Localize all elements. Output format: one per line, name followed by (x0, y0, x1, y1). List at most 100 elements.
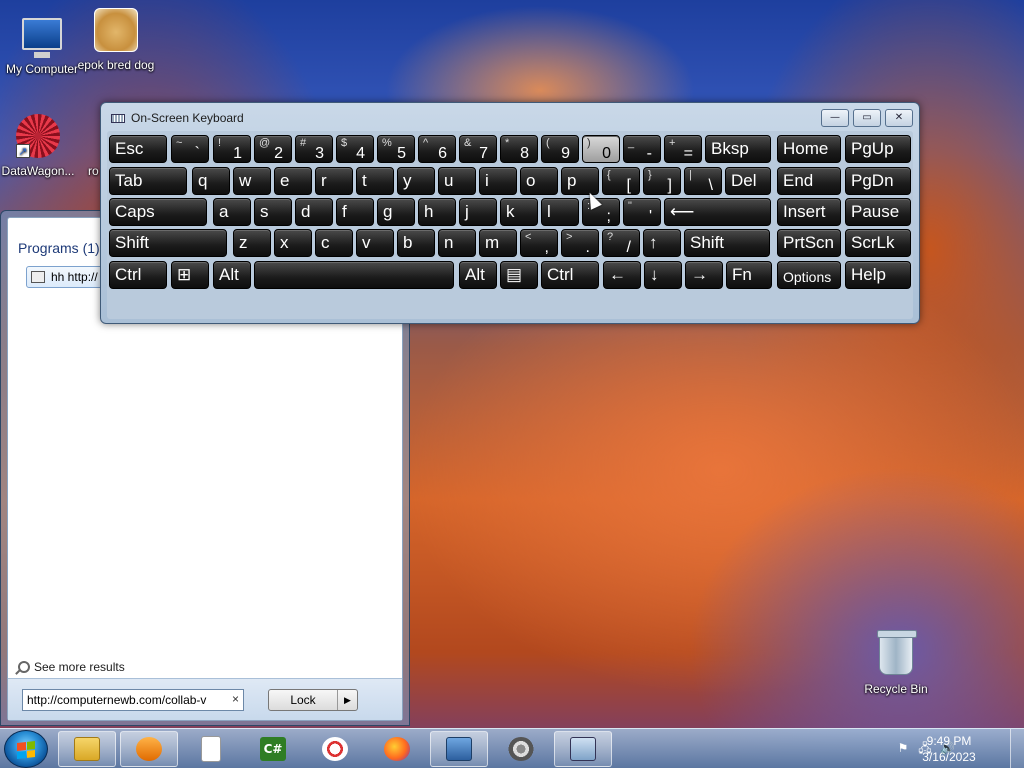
key-a[interactable]: a (213, 198, 251, 226)
key-ctrl[interactable]: Ctrl (109, 261, 167, 289)
key-sym-73[interactable]: → (685, 261, 723, 289)
key-alt[interactable]: Alt (459, 261, 497, 289)
lock-button[interactable]: Lock ▶ (268, 689, 358, 711)
desktop-icon-recycle-bin[interactable]: Recycle Bin (854, 630, 938, 696)
desktop-icon-my-computer[interactable]: My Computer (0, 10, 84, 76)
key-ctrl[interactable]: Ctrl (541, 261, 599, 289)
key-sym-65[interactable]: ⊞ (171, 261, 209, 289)
key-u[interactable]: u (438, 167, 476, 195)
key-v[interactable]: v (356, 229, 394, 257)
key-y[interactable]: y (397, 167, 435, 195)
clear-search-icon[interactable]: × (232, 692, 239, 706)
key-sym-13[interactable]: + = (664, 135, 702, 163)
key-space[interactable] (254, 261, 454, 289)
taskbar-paint-button[interactable] (306, 731, 364, 767)
minimize-button[interactable]: — (821, 109, 849, 127)
key-pgup[interactable]: PgUp (845, 135, 911, 163)
key-del[interactable]: Del (725, 167, 771, 195)
key-z[interactable]: z (233, 229, 271, 257)
key-d[interactable]: d (295, 198, 333, 226)
key-t[interactable]: t (356, 167, 394, 195)
key-sym-45[interactable]: " ' (623, 198, 661, 226)
key-sym-12[interactable]: _ - (623, 135, 661, 163)
key-prtscn[interactable]: PrtScn (777, 229, 841, 257)
key-q[interactable]: q (192, 167, 230, 195)
key-4[interactable]: $4 (336, 135, 374, 163)
key-shift[interactable]: Shift (109, 229, 227, 257)
key-end[interactable]: End (777, 167, 841, 195)
key-b[interactable]: b (397, 229, 435, 257)
show-desktop-button[interactable] (1010, 729, 1024, 768)
desktop-icon-partial[interactable]: ro (58, 164, 99, 178)
taskbar-csharp-button[interactable]: C# (244, 731, 302, 767)
taskbar-media-player-button[interactable] (120, 731, 178, 767)
key-h[interactable]: h (418, 198, 456, 226)
key-fn[interactable]: Fn (726, 261, 772, 289)
taskbar-on-screen-keyboard-button[interactable] (554, 731, 612, 767)
key-n[interactable]: n (438, 229, 476, 257)
key-c[interactable]: c (315, 229, 353, 257)
key-s[interactable]: s (254, 198, 292, 226)
key-sym-29[interactable]: }] (643, 167, 681, 195)
start-search-input[interactable]: http://computernewb.com/collab-v × (22, 689, 244, 711)
key-scrlk[interactable]: ScrLk (845, 229, 911, 257)
key-bksp[interactable]: Bksp (705, 135, 771, 163)
key-9[interactable]: (9 (541, 135, 579, 163)
key-sym-71[interactable]: ← (603, 261, 641, 289)
key-caps[interactable]: Caps (109, 198, 207, 226)
key-help[interactable]: Help (845, 261, 911, 289)
key-pause[interactable]: Pause (845, 198, 911, 226)
start-button[interactable] (4, 730, 48, 768)
key-sym-60[interactable]: ↑ (643, 229, 681, 257)
taskbar-clock[interactable]: 9:49 PM 3/16/2023 (914, 733, 984, 765)
key-w[interactable]: w (233, 167, 271, 195)
key-sym-57[interactable]: <, (520, 229, 558, 257)
key-f[interactable]: f (336, 198, 374, 226)
window-title-bar[interactable]: On-Screen Keyboard (111, 111, 244, 125)
key-i[interactable]: i (479, 167, 517, 195)
key-7[interactable]: & 7 (459, 135, 497, 163)
key-sym-69[interactable]: ▤ (500, 261, 538, 289)
taskbar-control-panel-button[interactable] (430, 731, 488, 767)
key-sym-28[interactable]: {[ (602, 167, 640, 195)
action-center-flag-icon[interactable]: ⚑ (896, 741, 910, 755)
key-8[interactable]: * 8 (500, 135, 538, 163)
power-options-arrow-icon[interactable]: ▶ (337, 690, 357, 710)
taskbar-explorer-button[interactable] (58, 731, 116, 767)
key-home[interactable]: Home (777, 135, 841, 163)
key-k[interactable]: k (500, 198, 538, 226)
restore-button[interactable]: ▭ (853, 109, 881, 127)
key-alt[interactable]: Alt (213, 261, 251, 289)
key-sym-1[interactable]: ~ ` (171, 135, 209, 163)
key-o[interactable]: o (520, 167, 558, 195)
key-esc[interactable]: Esc (109, 135, 167, 163)
key-g[interactable]: g (377, 198, 415, 226)
key-j[interactable]: j (459, 198, 497, 226)
key-l[interactable]: l (541, 198, 579, 226)
key-tab[interactable]: Tab (109, 167, 187, 195)
taskbar-firefox-button[interactable] (368, 731, 426, 767)
key-sym-30[interactable]: | \ (684, 167, 722, 195)
taskbar-notepad-button[interactable] (182, 731, 240, 767)
see-more-results-link[interactable]: See more results (18, 660, 125, 674)
desktop-icon-epok-bred-dog[interactable]: epok bred dog (74, 6, 158, 72)
key-3[interactable]: #3 (295, 135, 333, 163)
key-sym-72[interactable]: ↓ (644, 261, 682, 289)
key-options[interactable]: Options (777, 261, 841, 289)
key-insert[interactable]: Insert (777, 198, 841, 226)
taskbar-settings-button[interactable] (492, 731, 550, 767)
key-pgdn[interactable]: PgDn (845, 167, 911, 195)
key-m[interactable]: m (479, 229, 517, 257)
key-sym-46[interactable]: ⟵ (664, 198, 771, 226)
key-r[interactable]: r (315, 167, 353, 195)
key-2[interactable]: @2 (254, 135, 292, 163)
key-x[interactable]: x (274, 229, 312, 257)
key-shift[interactable]: Shift (684, 229, 770, 257)
key-1[interactable]: ! 1 (213, 135, 251, 163)
key-5[interactable]: % 5 (377, 135, 415, 163)
key-sym-59[interactable]: ? / (602, 229, 640, 257)
key-6[interactable]: ^ 6 (418, 135, 456, 163)
key-e[interactable]: e (274, 167, 312, 195)
close-button[interactable]: ✕ (885, 109, 913, 127)
key-sym-58[interactable]: >. (561, 229, 599, 257)
